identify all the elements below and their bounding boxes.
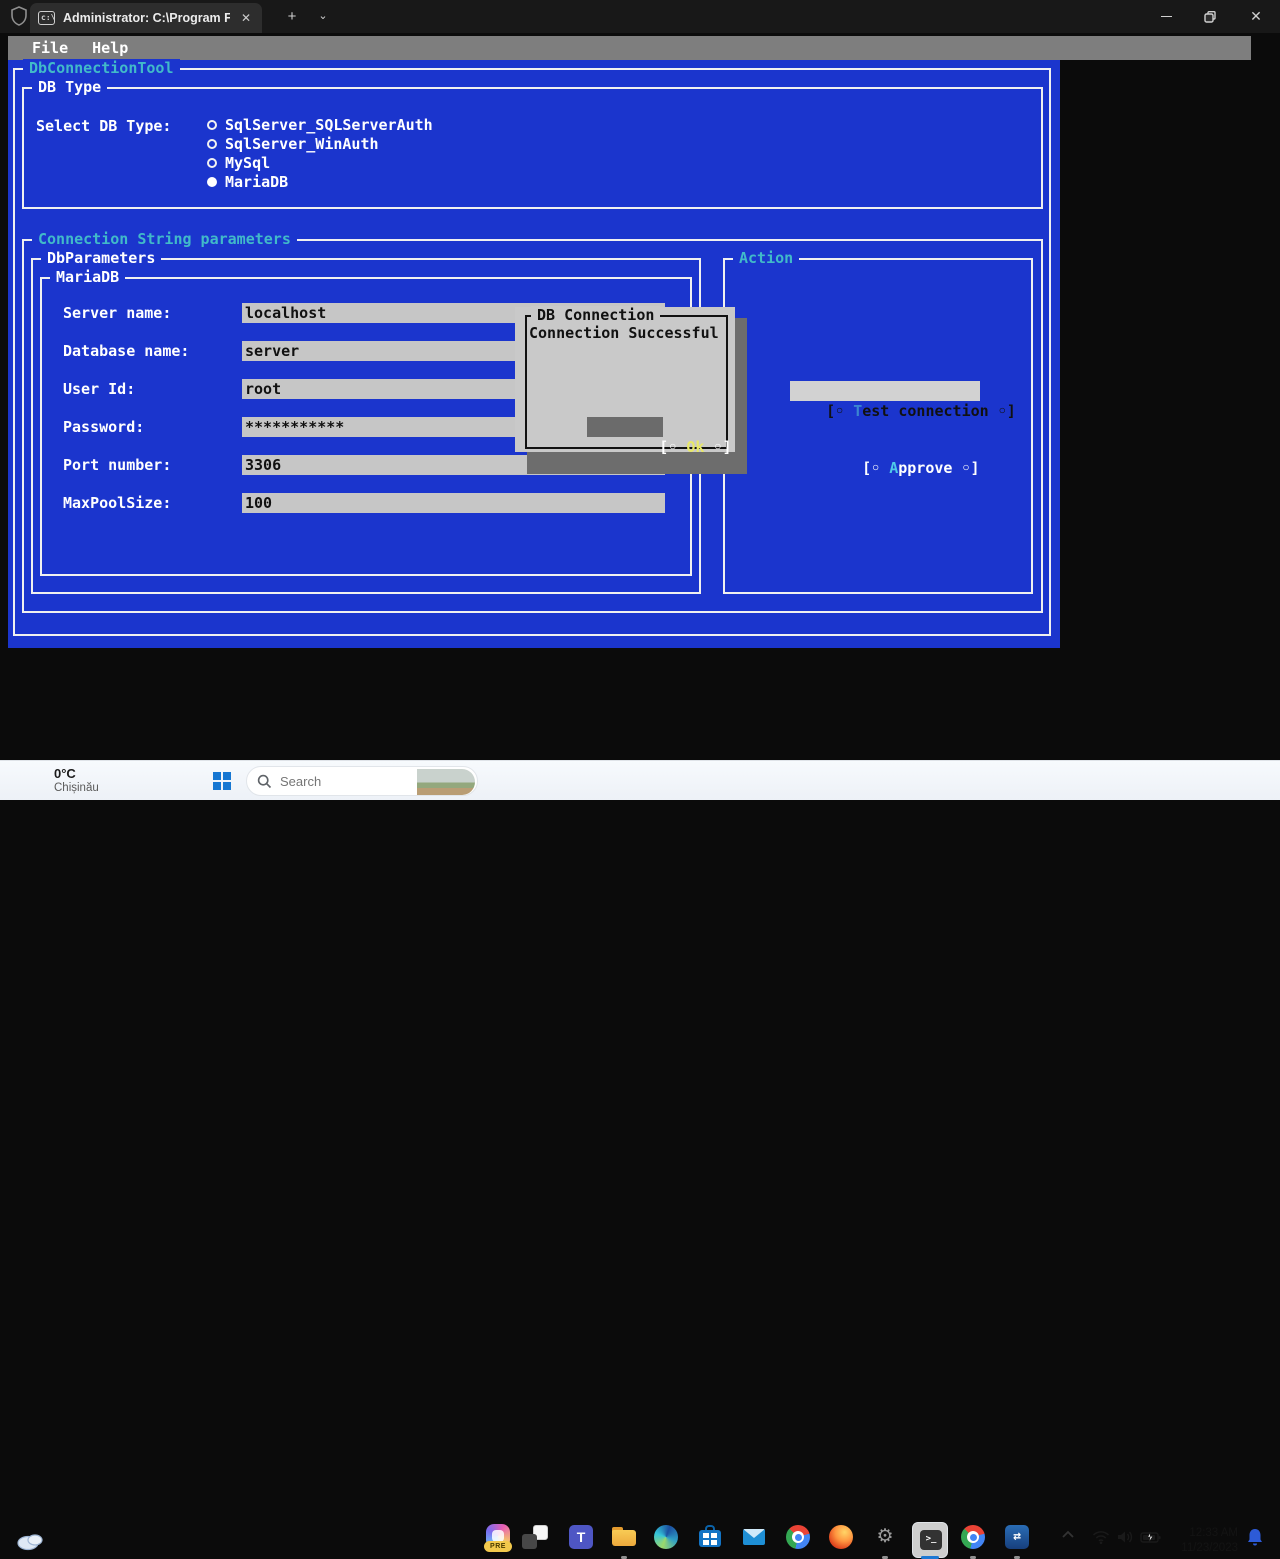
maxpoolsize-field[interactable]: 100 [242,493,665,513]
tray-time: 12:33 AM [1166,1526,1238,1541]
ok-button[interactable]: [◦ Ok ◦] [587,417,663,437]
tray-expand-button[interactable] [1060,1527,1080,1551]
app-frame-title: DbConnectionTool [23,59,180,78]
menu-item-help[interactable]: Help [92,39,128,57]
port-number-label: Port number: [63,455,171,475]
task-view-button[interactable] [522,1525,548,1549]
tab-close-icon[interactable]: ✕ [238,11,254,25]
radio-icon [207,158,217,168]
user-id-label: User Id: [63,379,135,399]
minimize-icon [1161,16,1172,18]
terminal-tab[interactable]: c:\ Administrator: C:\Program Fil ✕ [30,3,262,33]
password-label: Password: [63,417,144,437]
dialog-message: Connection Successful [529,324,719,342]
taskbar: 0°C Chișinău PRE T ⚙ >_ [0,760,1280,800]
close-button[interactable]: ✕ [1233,0,1279,33]
weather-temp: 0°C [54,766,76,781]
radio-icon [207,139,217,149]
db-connection-dialog: DB Connection Connection Successful [◦ O… [515,307,735,452]
edge-icon[interactable] [654,1525,678,1549]
dialog-title: DB Connection [531,306,660,325]
file-explorer-icon[interactable] [612,1525,636,1549]
new-tab-button[interactable]: + [277,0,307,33]
database-name-label: Database name: [63,341,189,361]
dialog-frame: DB Connection Connection Successful [◦ O… [525,315,728,449]
search-input[interactable] [280,774,390,789]
admin-shield-icon [10,6,28,31]
terminal-titlebar: c:\ Administrator: C:\Program Fil ✕ + ⌄ … [0,0,1280,33]
store-icon[interactable] [698,1525,722,1549]
tray-clock[interactable]: 12:33 AM 11/23/2023 [1166,1526,1238,1556]
menu-item-file[interactable]: File [32,39,68,57]
menubar: File Help [8,36,1251,60]
dialog-shadow-right [735,318,747,474]
select-db-type-label: Select DB Type: [36,116,171,136]
dbconnectiontool-app: DbConnectionTool DB Type Select DB Type:… [8,60,1060,648]
weather-location: Chișinău [54,782,99,794]
restore-icon [1204,11,1216,23]
dbparameters-title: DbParameters [41,249,161,268]
chrome-profile-icon[interactable] [961,1525,985,1549]
action-frame-title: Action [733,249,799,268]
chrome-icon[interactable] [786,1525,810,1549]
wifi-icon[interactable] [1092,1529,1110,1550]
db-type-frame: DB Type [22,87,1043,209]
notification-bell-icon[interactable] [1245,1527,1265,1554]
db-tool-icon[interactable]: ⇄ [1005,1525,1029,1549]
mariadb-frame-title: MariaDB [50,268,125,287]
gears-icon[interactable]: ⚙ [873,1525,897,1549]
test-connection-button[interactable]: [◦ Test connection ◦] [790,381,980,401]
firefox-icon[interactable] [829,1525,853,1549]
weather-widget[interactable] [14,1529,50,1553]
chevron-up-icon [1060,1527,1076,1543]
tab-dropdown-button[interactable]: ⌄ [308,0,338,33]
cloud-icon [14,1529,48,1551]
mail-icon[interactable] [742,1525,766,1549]
approve-button[interactable]: [◦ Approve ◦] [826,438,944,458]
start-button[interactable] [213,772,232,791]
copilot-pre-badge: PRE [484,1541,512,1552]
copilot-button[interactable]: PRE [486,1524,510,1548]
terminal-tab-icon: c:\ [38,11,55,25]
radio-icon [207,120,217,130]
windows-logo-icon [213,772,221,780]
restore-button[interactable] [1187,0,1233,33]
teams-icon[interactable]: T [569,1525,593,1549]
search-box[interactable] [246,766,478,796]
tray-date: 11/23/2023 [1166,1541,1238,1556]
server-name-label: Server name: [63,303,171,323]
maxpoolsize-label: MaxPoolSize: [63,493,171,513]
minimize-button[interactable] [1143,0,1189,33]
db-type-frame-title: DB Type [32,78,107,97]
search-icon [257,774,272,789]
connection-params-title: Connection String parameters [32,230,297,249]
battery-icon[interactable] [1140,1529,1162,1550]
tab-title: Administrator: C:\Program Fil [63,11,230,25]
search-daily-image[interactable] [417,769,475,795]
radio-selected-icon [207,177,217,187]
volume-icon[interactable] [1116,1529,1134,1550]
terminal-icon[interactable]: >_ [912,1522,948,1558]
